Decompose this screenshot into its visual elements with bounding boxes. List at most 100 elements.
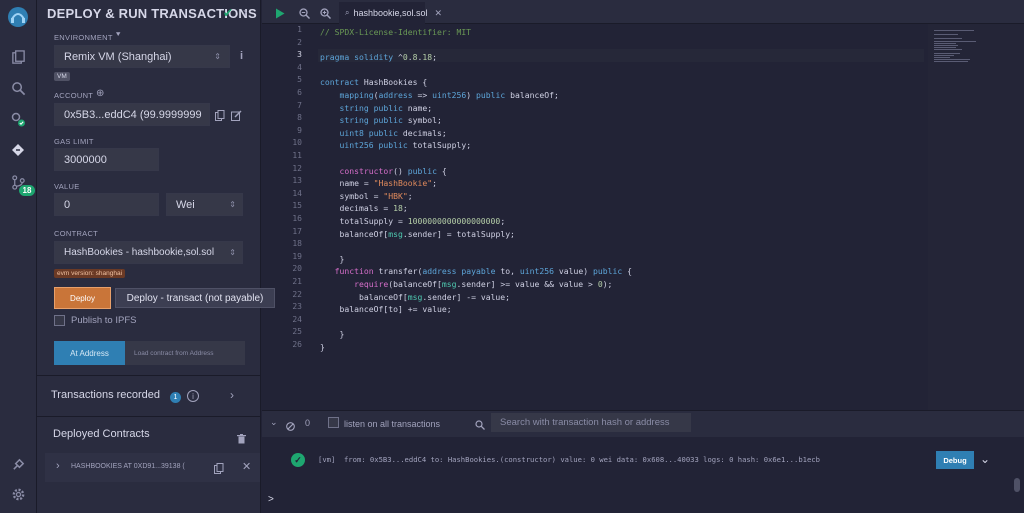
at-address-button[interactable]: At Address <box>54 341 125 365</box>
code-line: // SPDX-License-Identifier: MIT <box>320 27 472 37</box>
environment-label: ENVIRONMENT <box>54 33 113 42</box>
terminal-output[interactable] <box>262 437 1024 513</box>
code-line: string public name; <box>339 102 433 113</box>
line-number: 16 <box>292 214 302 223</box>
code-line: } <box>320 329 345 340</box>
expand-log-chevron-icon[interactable]: ⌄ <box>980 452 990 466</box>
minimap-line <box>934 53 960 54</box>
code-line: name = "HashBookie"; <box>320 178 437 189</box>
line-number: 1 <box>297 25 302 34</box>
deploy-button[interactable]: Deploy <box>54 287 111 309</box>
run-play-icon[interactable] <box>275 6 285 24</box>
code-line: } <box>320 342 325 352</box>
value-label: VALUE <box>54 182 80 191</box>
transactions-recorded-label[interactable]: Transactions recorded <box>51 389 160 401</box>
select-arrows-icon: ⇕ <box>214 52 221 61</box>
line-number: 17 <box>292 226 302 236</box>
line-number: 12 <box>292 163 302 173</box>
code-line: balanceOf[msg.sender] -= value; <box>320 291 511 302</box>
environment-help-icon[interactable]: i <box>240 50 243 62</box>
environment-info-icon: ⯆ <box>115 30 122 39</box>
minimap-line <box>934 61 968 62</box>
account-select[interactable]: 0x5B3...eddC4 (99.9999999 <box>54 103 210 126</box>
minimap-line <box>934 41 976 42</box>
load-contract-input[interactable]: Load contract from Address <box>125 341 245 365</box>
line-number: 4 <box>297 62 302 72</box>
account-label: ACCOUNT <box>54 91 94 100</box>
remix-logo-icon[interactable] <box>6 5 30 29</box>
tx-log-line[interactable]: [vm] from: 0x5B3...eddC4 to: HashBookies… <box>318 455 820 464</box>
title-chevron-icon[interactable]: › <box>243 5 247 19</box>
line-gutter: 1 2 3 4 5 6 7 8 9 10 11 12 13 14 15 16 17 18 19 20 21 22 23 24 2… <box>262 24 312 410</box>
code-line: pragma solidity ^0.8.18; <box>320 52 437 63</box>
code-line: decimals = 18; <box>320 203 408 214</box>
minimap-line <box>934 49 962 50</box>
plugin-manager-icon[interactable] <box>8 454 28 474</box>
clear-deployed-trash-icon[interactable] <box>237 431 246 449</box>
publish-ipfs-checkbox[interactable] <box>54 315 65 326</box>
add-account-icon[interactable]: ⊕ <box>96 88 104 99</box>
code-line: contract HashBookies { <box>320 77 428 88</box>
deploy-run-icon[interactable] <box>8 140 28 160</box>
transactions-info-icon[interactable]: i <box>187 390 199 402</box>
line-number: 7 <box>297 100 302 110</box>
title-check-icon: ✔ <box>223 6 234 20</box>
code-line: } <box>320 253 345 264</box>
listen-all-checkbox[interactable] <box>328 417 339 428</box>
code-line: totalSupply = 1000000000000000000; <box>320 216 506 226</box>
file-search-icon: ⌕ <box>345 8 350 17</box>
clear-terminal-icon[interactable] <box>286 418 295 436</box>
git-badge: 18 <box>19 185 35 196</box>
line-number: 15 <box>292 201 302 211</box>
listen-all-label: listen on all transactions <box>344 419 441 429</box>
debug-button[interactable]: Debug <box>936 451 974 469</box>
value-unit-select[interactable]: Wei ⇕ <box>166 193 243 216</box>
edit-account-icon[interactable] <box>231 108 242 126</box>
code-line: symbol = "HBK"; <box>320 190 413 201</box>
zoom-out-icon[interactable] <box>299 6 310 24</box>
file-explorer-icon[interactable] <box>8 47 28 67</box>
line-number: 14 <box>292 188 302 198</box>
icon-bar: 18 <box>0 0 37 513</box>
terminal-search-input[interactable]: Search with transaction hash or address <box>491 413 691 432</box>
solidity-compiler-icon[interactable] <box>8 109 28 129</box>
search-icon[interactable] <box>8 78 28 98</box>
minimap-line <box>934 38 962 39</box>
environment-select[interactable]: Remix VM (Shanghai) ⇕ <box>54 45 230 68</box>
evm-version-tag: evm version: shanghai <box>54 269 126 278</box>
deploy-tooltip: Deploy - transact (not payable) <box>115 288 275 308</box>
line-number: 2 <box>297 37 302 47</box>
tx-success-check-icon: ✓ <box>291 453 305 467</box>
tab-hashbookie-sol[interactable]: ⌕ hashbookie,sol.sol ✕ <box>339 2 442 24</box>
line-number: 9 <box>297 125 302 135</box>
collapse-terminal-icon[interactable]: ⌄ <box>270 417 278 428</box>
copy-contract-address-icon[interactable] <box>214 461 224 479</box>
code-line: mapping(address => uint256) public balan… <box>339 90 559 100</box>
deployed-contract-name: HASHBOOKIES AT 0XD91...39138 ( <box>71 463 185 470</box>
line-number: 3 <box>297 50 302 60</box>
code-line: function transfer(address payable to, ui… <box>334 266 632 277</box>
transactions-chevron-icon[interactable]: › <box>230 388 234 402</box>
code-line: string public symbol; <box>339 115 442 126</box>
terminal-scrollbar[interactable] <box>1014 478 1020 492</box>
line-number: 19 <box>292 251 302 261</box>
minimap-line <box>934 30 974 31</box>
contract-label: CONTRACT <box>54 229 99 238</box>
copy-account-icon[interactable] <box>215 108 225 126</box>
line-number: 25 <box>292 327 302 337</box>
publish-ipfs-label: Publish to IPFS <box>71 315 137 326</box>
line-number: 10 <box>292 138 302 148</box>
zoom-in-icon[interactable] <box>320 6 331 24</box>
settings-gear-icon[interactable] <box>8 484 28 504</box>
value-input[interactable]: 0 <box>54 193 159 216</box>
gas-limit-input[interactable]: 3000000 <box>54 148 159 171</box>
line-number: 13 <box>292 176 302 186</box>
minimap[interactable] <box>928 24 1024 410</box>
minimap-line <box>934 45 958 46</box>
tab-close-icon[interactable]: ✕ <box>435 8 443 19</box>
remove-contract-close-icon[interactable]: ✕ <box>242 460 251 473</box>
expand-contract-chevron-icon[interactable]: › <box>56 460 60 472</box>
code-line: constructor() public { <box>339 165 447 176</box>
contract-select[interactable]: HashBookies - hashbookie,sol.sol ⇕ <box>54 241 243 264</box>
terminal-prompt[interactable]: > <box>268 494 274 505</box>
